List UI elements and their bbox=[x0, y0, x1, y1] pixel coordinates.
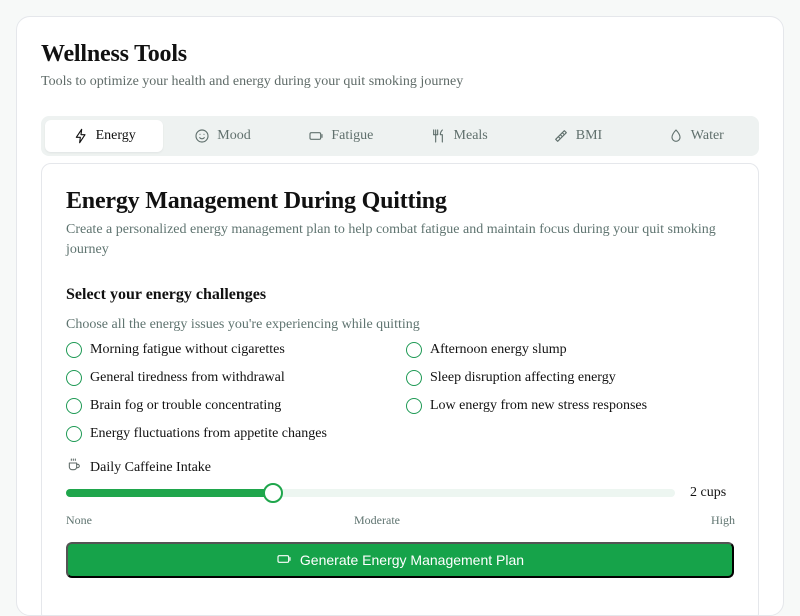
caffeine-intake-label-row: Daily Caffeine Intake bbox=[66, 457, 211, 478]
section-description: Create a personalized energy management … bbox=[66, 222, 716, 257]
wellness-tools-card: Wellness Tools Tools to optimize your he… bbox=[16, 16, 784, 616]
tab-mood[interactable]: Mood bbox=[163, 120, 281, 152]
challenge-checkbox[interactable] bbox=[406, 342, 422, 358]
tab-energy[interactable]: Energy bbox=[45, 120, 164, 152]
challenge-checkbox[interactable] bbox=[66, 370, 82, 386]
lightning-icon bbox=[73, 128, 89, 144]
caffeine-scale-moderate: Moderate bbox=[354, 513, 400, 527]
caffeine-intake-slider-thumb[interactable] bbox=[263, 483, 283, 503]
challenge-checkbox[interactable] bbox=[66, 342, 82, 358]
challenge-option-general-tiredness[interactable]: General tiredness from withdrawal bbox=[66, 368, 406, 388]
section-title: Energy Management During Quitting bbox=[66, 188, 447, 214]
challenge-checkbox[interactable] bbox=[406, 398, 422, 414]
challenge-option-low-energy-stress[interactable]: Low energy from new stress responses bbox=[406, 396, 746, 416]
caffeine-scale-high: High bbox=[711, 513, 735, 527]
challenge-label: Low energy from new stress responses bbox=[430, 398, 648, 413]
challenge-label: Brain fog or trouble concentrating bbox=[90, 398, 282, 413]
energy-challenges-list: Morning fatigue without cigarettes After… bbox=[66, 340, 746, 444]
battery-icon bbox=[276, 551, 292, 570]
challenge-label: Energy fluctuations from appetite change… bbox=[90, 426, 327, 441]
tab-meals[interactable]: Meals bbox=[400, 120, 518, 152]
generate-energy-plan-label: Generate Energy Management Plan bbox=[299, 552, 525, 568]
ruler-icon bbox=[553, 128, 569, 144]
tab-label: Energy bbox=[95, 128, 136, 143]
caffeine-intake-slider[interactable] bbox=[66, 489, 675, 497]
tab-label: Meals bbox=[453, 128, 488, 143]
page-title: Wellness Tools bbox=[41, 41, 187, 67]
challenge-label: Sleep disruption affecting energy bbox=[430, 370, 616, 385]
coffee-cup-icon bbox=[66, 457, 82, 478]
tab-water[interactable]: Water bbox=[637, 120, 755, 152]
tab-label: BMI bbox=[575, 128, 603, 143]
energy-challenges-heading: Select your energy challenges bbox=[66, 286, 267, 303]
battery-icon bbox=[308, 128, 324, 144]
challenge-option-morning-fatigue[interactable]: Morning fatigue without cigarettes bbox=[66, 340, 406, 360]
challenge-label: Morning fatigue without cigarettes bbox=[90, 342, 285, 357]
challenge-option-appetite-changes[interactable]: Energy fluctuations from appetite change… bbox=[66, 424, 406, 444]
droplet-icon bbox=[668, 128, 684, 144]
tab-label: Water bbox=[690, 128, 724, 143]
tab-fatigue[interactable]: Fatigue bbox=[282, 120, 400, 152]
caffeine-intake-value: 2 cups bbox=[690, 485, 727, 500]
energy-management-panel: Energy Management During Quitting Create… bbox=[41, 163, 759, 615]
challenge-option-afternoon-slump[interactable]: Afternoon energy slump bbox=[406, 340, 746, 360]
generate-energy-plan-button[interactable]: Generate Energy Management Plan bbox=[66, 542, 734, 578]
utensils-icon bbox=[431, 128, 447, 144]
caffeine-intake-slider-row: 2 cups bbox=[66, 481, 732, 505]
tab-label: Fatigue bbox=[331, 128, 374, 143]
energy-challenges-helper: Choose all the energy issues you're expe… bbox=[66, 317, 420, 332]
caffeine-scale-labels: None Moderate High bbox=[66, 513, 735, 529]
smile-icon bbox=[194, 128, 210, 144]
challenge-option-brain-fog[interactable]: Brain fog or trouble concentrating bbox=[66, 396, 406, 416]
wellness-tabs: Energy Mood Fatigue Meals BMI Water bbox=[41, 116, 759, 156]
page-subtitle: Tools to optimize your health and energy… bbox=[41, 74, 464, 89]
challenge-label: Afternoon energy slump bbox=[430, 342, 567, 357]
caffeine-intake-label: Daily Caffeine Intake bbox=[90, 459, 212, 475]
tab-bmi[interactable]: BMI bbox=[518, 120, 636, 152]
tab-label: Mood bbox=[217, 128, 251, 143]
challenge-option-sleep-disruption[interactable]: Sleep disruption affecting energy bbox=[406, 368, 746, 388]
challenge-checkbox[interactable] bbox=[66, 426, 82, 442]
challenge-checkbox[interactable] bbox=[406, 370, 422, 386]
caffeine-scale-none: None bbox=[66, 513, 92, 527]
caffeine-intake-slider-fill bbox=[66, 489, 273, 497]
challenge-label: General tiredness from withdrawal bbox=[90, 370, 285, 385]
challenge-checkbox[interactable] bbox=[66, 398, 82, 414]
